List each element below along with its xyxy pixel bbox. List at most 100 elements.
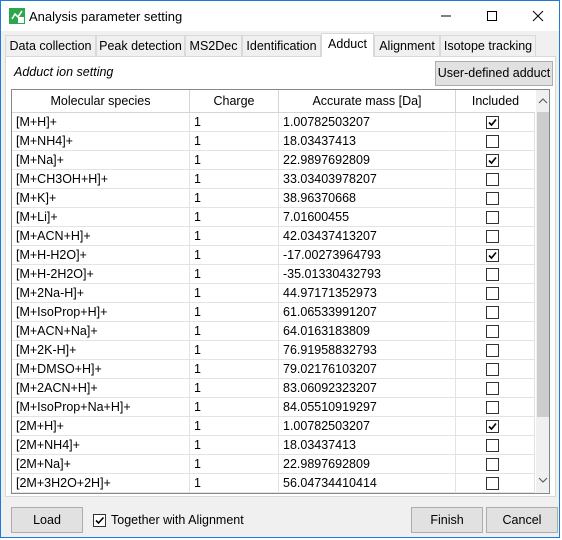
table-row[interactable]: [M+DMSO+H]+ 1 79.02176103207 — [12, 360, 535, 379]
included-checkbox[interactable] — [486, 439, 499, 452]
cell-charge[interactable]: 1 — [190, 379, 279, 397]
cell-charge[interactable]: 1 — [190, 246, 279, 264]
included-checkbox[interactable] — [486, 173, 499, 186]
cell-charge[interactable]: 1 — [190, 455, 279, 473]
cell-charge[interactable]: 1 — [190, 170, 279, 188]
vertical-scrollbar[interactable] — [536, 90, 549, 493]
cell-charge[interactable]: 1 — [190, 341, 279, 359]
table-row[interactable]: [M+NH4]+ 1 18.03437413 — [12, 132, 535, 151]
cell-mass[interactable]: 33.03403978207 — [279, 170, 456, 188]
cell-mass[interactable]: 7.01600455 — [279, 208, 456, 226]
cell-charge[interactable]: 1 — [190, 227, 279, 245]
cell-mass[interactable]: 76.91958832793 — [279, 341, 456, 359]
included-checkbox[interactable] — [486, 420, 499, 433]
column-header-species[interactable]: Molecular species — [12, 90, 190, 112]
cell-charge[interactable]: 1 — [190, 322, 279, 340]
table-row[interactable]: [2M+NH4]+ 1 18.03437413 — [12, 436, 535, 455]
cell-mass[interactable]: 84.05510919297 — [279, 398, 456, 416]
cell-mass[interactable]: 61.06533991207 — [279, 303, 456, 321]
cell-mass[interactable]: 1.00782503207 — [279, 113, 456, 131]
cell-charge[interactable]: 1 — [190, 474, 279, 492]
included-checkbox[interactable] — [486, 325, 499, 338]
minimize-button[interactable] — [423, 1, 469, 31]
table-row[interactable]: [M+CH3OH+H]+ 1 33.03403978207 — [12, 170, 535, 189]
cell-mass[interactable]: -17.00273964793 — [279, 246, 456, 264]
cell-charge[interactable]: 1 — [190, 417, 279, 435]
cell-mass[interactable]: 18.03437413 — [279, 132, 456, 150]
cell-charge[interactable]: 1 — [190, 208, 279, 226]
cell-mass[interactable]: 79.02176103207 — [279, 360, 456, 378]
table-row[interactable]: [M+2Na-H]+ 1 44.97171352973 — [12, 284, 535, 303]
tab-identification[interactable]: Identification — [242, 35, 321, 56]
cell-charge[interactable]: 1 — [190, 265, 279, 283]
table-row[interactable]: [M+Na]+ 1 22.9897692809 — [12, 151, 535, 170]
cell-mass[interactable]: 83.06092323207 — [279, 379, 456, 397]
table-row[interactable]: [M+H]+ 1 1.00782503207 — [12, 113, 535, 132]
cell-mass[interactable]: 22.9897692809 — [279, 455, 456, 473]
table-row[interactable]: [M+2ACN+H]+ 1 83.06092323207 — [12, 379, 535, 398]
included-checkbox[interactable] — [486, 249, 499, 262]
table-row[interactable]: [2M+Na]+ 1 22.9897692809 — [12, 455, 535, 474]
cell-charge[interactable]: 1 — [190, 113, 279, 131]
included-checkbox[interactable] — [486, 477, 499, 490]
tab-data-collection[interactable]: Data collection — [5, 35, 96, 56]
tab-alignment[interactable]: Alignment — [374, 35, 440, 56]
included-checkbox[interactable] — [486, 154, 499, 167]
tab-adduct[interactable]: Adduct — [321, 33, 374, 57]
close-button[interactable] — [515, 1, 561, 31]
cell-charge[interactable]: 1 — [190, 189, 279, 207]
table-row[interactable]: [M+H-2H2O]+ 1 -35.01330432793 — [12, 265, 535, 284]
included-checkbox[interactable] — [486, 268, 499, 281]
cell-charge[interactable]: 1 — [190, 436, 279, 454]
tab-ms2dec[interactable]: MS2Dec — [185, 35, 242, 56]
table-row[interactable]: [M+K]+ 1 38.96370668 — [12, 189, 535, 208]
cell-charge[interactable]: 1 — [190, 398, 279, 416]
included-checkbox[interactable] — [486, 192, 499, 205]
cell-charge[interactable]: 1 — [190, 132, 279, 150]
table-row[interactable]: [2M+H]+ 1 1.00782503207 — [12, 417, 535, 436]
table-row[interactable]: [2M+3H2O+2H]+ 1 56.04734410414 — [12, 474, 535, 493]
user-defined-adduct-button[interactable]: User-defined adduct — [435, 61, 553, 86]
table-row[interactable]: [M+ACN+Na]+ 1 64.0163183809 — [12, 322, 535, 341]
finish-button[interactable]: Finish — [411, 507, 483, 533]
included-checkbox[interactable] — [486, 344, 499, 357]
included-checkbox[interactable] — [486, 230, 499, 243]
cell-charge[interactable]: 1 — [190, 284, 279, 302]
scroll-up-icon[interactable] — [538, 96, 548, 106]
maximize-button[interactable] — [469, 1, 515, 31]
tab-isotope-tracking[interactable]: Isotope tracking — [440, 35, 536, 56]
cell-mass[interactable]: 1.00782503207 — [279, 417, 456, 435]
included-checkbox[interactable] — [486, 287, 499, 300]
cell-mass[interactable]: 18.03437413 — [279, 436, 456, 454]
cell-mass[interactable]: 56.04734410414 — [279, 474, 456, 492]
cancel-button[interactable]: Cancel — [486, 507, 558, 533]
included-checkbox[interactable] — [486, 116, 499, 129]
included-checkbox[interactable] — [486, 211, 499, 224]
tab-peak-detection[interactable]: Peak detection — [96, 35, 185, 56]
cell-mass[interactable]: -35.01330432793 — [279, 265, 456, 283]
cell-charge[interactable]: 1 — [190, 151, 279, 169]
table-row[interactable]: [M+ACN+H]+ 1 42.03437413207 — [12, 227, 535, 246]
cell-mass[interactable]: 44.97171352973 — [279, 284, 456, 302]
scroll-down-icon[interactable] — [538, 475, 548, 485]
cell-mass[interactable]: 22.9897692809 — [279, 151, 456, 169]
cell-charge[interactable]: 1 — [190, 360, 279, 378]
column-header-charge[interactable]: Charge — [190, 90, 279, 112]
included-checkbox[interactable] — [486, 135, 499, 148]
table-row[interactable]: [M+H-H2O]+ 1 -17.00273964793 — [12, 246, 535, 265]
table-row[interactable]: [M+IsoProp+Na+H]+ 1 84.05510919297 — [12, 398, 535, 417]
load-button[interactable]: Load — [11, 507, 83, 533]
included-checkbox[interactable] — [486, 458, 499, 471]
table-row[interactable]: [M+Li]+ 1 7.01600455 — [12, 208, 535, 227]
column-header-mass[interactable]: Accurate mass [Da] — [279, 90, 456, 112]
cell-charge[interactable]: 1 — [190, 303, 279, 321]
table-row[interactable]: [M+IsoProp+H]+ 1 61.06533991207 — [12, 303, 535, 322]
scroll-thumb[interactable] — [537, 112, 549, 417]
included-checkbox[interactable] — [486, 382, 499, 395]
cell-mass[interactable]: 38.96370668 — [279, 189, 456, 207]
cell-mass[interactable]: 42.03437413207 — [279, 227, 456, 245]
cell-mass[interactable]: 64.0163183809 — [279, 322, 456, 340]
table-row[interactable]: [M+2K-H]+ 1 76.91958832793 — [12, 341, 535, 360]
included-checkbox[interactable] — [486, 363, 499, 376]
included-checkbox[interactable] — [486, 401, 499, 414]
